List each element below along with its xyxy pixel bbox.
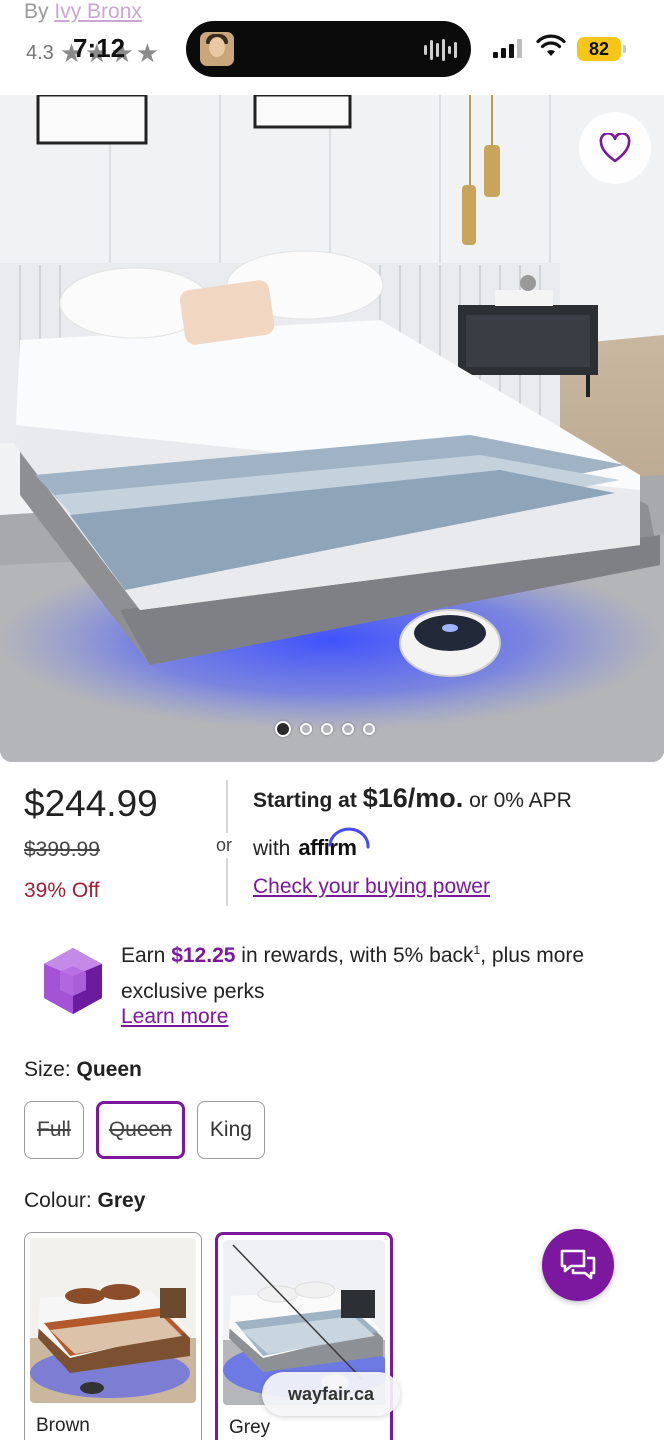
size-option-queen[interactable]: Queen (95, 1101, 185, 1159)
chat-button[interactable] (542, 1229, 614, 1301)
discount-label: 39% Off (24, 879, 100, 902)
selected-size: Queen (76, 1058, 142, 1081)
rewards-gem-icon (44, 948, 102, 1014)
star-icon: ★ (135, 38, 160, 68)
affirm-arc-icon (328, 827, 370, 849)
colour-thumbnail-brown (30, 1238, 196, 1403)
colour-option-brown[interactable]: Brown (24, 1232, 202, 1440)
browser-url-pill[interactable]: wayfair.ca (262, 1372, 400, 1416)
monthly-amount: $16/mo. (362, 783, 464, 813)
audio-waveform-icon (424, 39, 457, 61)
brand-byline: By Ivy Bronx (24, 0, 142, 23)
dynamic-island[interactable] (186, 21, 471, 77)
brand-link[interactable]: Ivy Bronx (54, 0, 142, 23)
product-image-carousel[interactable] (0, 95, 664, 762)
carousel-dot[interactable] (363, 723, 375, 735)
financing-provider-line: with affirm (253, 827, 370, 861)
favorite-button[interactable] (579, 112, 651, 184)
now-playing-artwork (200, 32, 234, 66)
size-options: Full Queen King (24, 1101, 265, 1159)
rewards-description: Earn $12.25 in rewards, with 5% back1, p… (121, 943, 585, 1003)
wifi-icon (536, 34, 566, 56)
affirm-logo: affirm (298, 827, 370, 861)
size-option-full[interactable]: Full (24, 1101, 84, 1159)
check-buying-power-link[interactable]: Check your buying power (253, 875, 490, 899)
battery-indicator: 82 (577, 37, 626, 61)
selected-colour: Grey (97, 1189, 146, 1212)
size-label: Size: Queen (24, 1058, 142, 1081)
colour-option-label: Brown (36, 1415, 90, 1436)
size-option-king[interactable]: King (196, 1101, 265, 1159)
chat-bubbles-icon (560, 1249, 596, 1280)
product-photo (0, 95, 664, 762)
carousel-dot[interactable] (300, 723, 312, 735)
carousel-pagination (275, 721, 375, 737)
original-price: $399.99 (24, 838, 100, 861)
financing-line: Starting at $16/mo. or 0% APR (253, 783, 572, 813)
sale-price: $244.99 (24, 783, 158, 824)
rewards-amount: $12.25 (171, 944, 236, 967)
learn-more-link[interactable]: Learn more (121, 1005, 228, 1029)
heart-outline-icon (599, 133, 631, 163)
carousel-dot[interactable] (342, 723, 354, 735)
colour-option-label: Grey (229, 1417, 271, 1438)
or-separator: or (216, 833, 233, 858)
carousel-dot[interactable] (275, 721, 291, 737)
status-time: 7:12 (73, 33, 126, 63)
rating-value: 4.3 (26, 42, 54, 64)
colour-label: Colour: Grey (24, 1189, 146, 1212)
cellular-signal-icon (493, 38, 522, 58)
carousel-dot[interactable] (321, 723, 333, 735)
